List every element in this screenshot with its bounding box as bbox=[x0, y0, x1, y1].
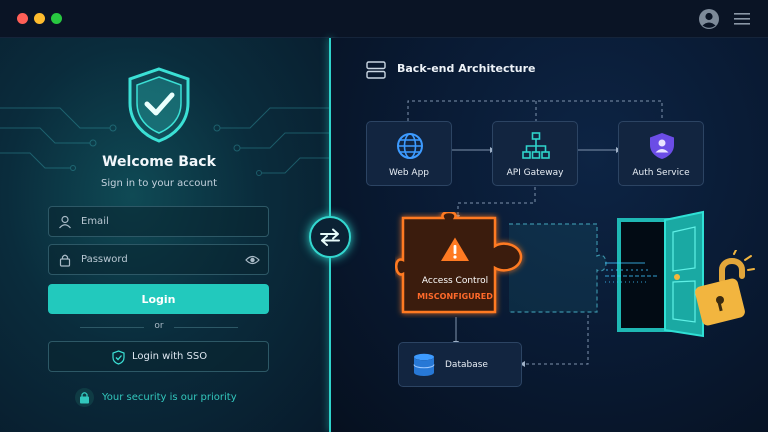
hamburger-menu-icon[interactable] bbox=[734, 12, 750, 26]
sso-button-label: Login with SSO bbox=[132, 351, 208, 362]
database-label: Database bbox=[445, 360, 488, 370]
login-subtitle: Sign in to your account bbox=[100, 178, 217, 189]
server-stack-icon bbox=[366, 61, 386, 79]
architecture-title: Back-end Architecture bbox=[397, 62, 536, 75]
security-lock-badge bbox=[75, 388, 94, 407]
web-app-label: Web App bbox=[388, 168, 430, 178]
misconfigured-status: MISCONFIGURED bbox=[417, 292, 493, 301]
database-icon bbox=[413, 353, 435, 376]
access-control-label: Access Control bbox=[421, 276, 489, 286]
access-control-piece[interactable] bbox=[395, 212, 530, 318]
web-app-node[interactable]: Web App bbox=[366, 121, 452, 186]
swap-arrows-icon bbox=[320, 228, 340, 246]
login-title: Welcome Back bbox=[102, 154, 216, 170]
password-field[interactable] bbox=[48, 244, 269, 275]
database-node[interactable]: Database bbox=[398, 342, 522, 387]
user-circle-icon[interactable] bbox=[698, 8, 720, 30]
window-close-button[interactable] bbox=[17, 13, 28, 24]
security-note: Your security is our priority bbox=[102, 392, 237, 403]
login-button[interactable]: Login bbox=[48, 284, 269, 314]
auth-service-label: Auth Service bbox=[632, 168, 690, 178]
sso-shield-icon bbox=[112, 350, 125, 365]
window-minimize-button[interactable] bbox=[34, 13, 45, 24]
or-separator: or bbox=[80, 321, 238, 333]
security-shield-icon bbox=[128, 67, 190, 143]
lock-icon bbox=[59, 254, 71, 267]
sso-login-button[interactable]: Login with SSO bbox=[48, 341, 269, 372]
padlock-icon bbox=[80, 392, 89, 404]
password-input[interactable] bbox=[81, 245, 261, 274]
or-text: or bbox=[154, 321, 164, 331]
unlocked-padlock-icon bbox=[695, 250, 755, 326]
globe-icon bbox=[397, 133, 423, 159]
auth-shield-icon bbox=[650, 133, 674, 159]
email-field[interactable] bbox=[48, 206, 269, 237]
network-hub-icon bbox=[522, 132, 550, 159]
warning-icon bbox=[441, 237, 469, 261]
eye-icon[interactable] bbox=[245, 254, 260, 266]
window-maximize-button[interactable] bbox=[51, 13, 62, 24]
api-gateway-label: API Gateway bbox=[506, 168, 564, 178]
auth-service-node[interactable]: Auth Service bbox=[618, 121, 704, 186]
api-gateway-node[interactable]: API Gateway bbox=[492, 121, 578, 186]
window-titlebar bbox=[0, 0, 768, 38]
user-icon bbox=[59, 215, 71, 229]
email-input[interactable] bbox=[81, 207, 261, 236]
